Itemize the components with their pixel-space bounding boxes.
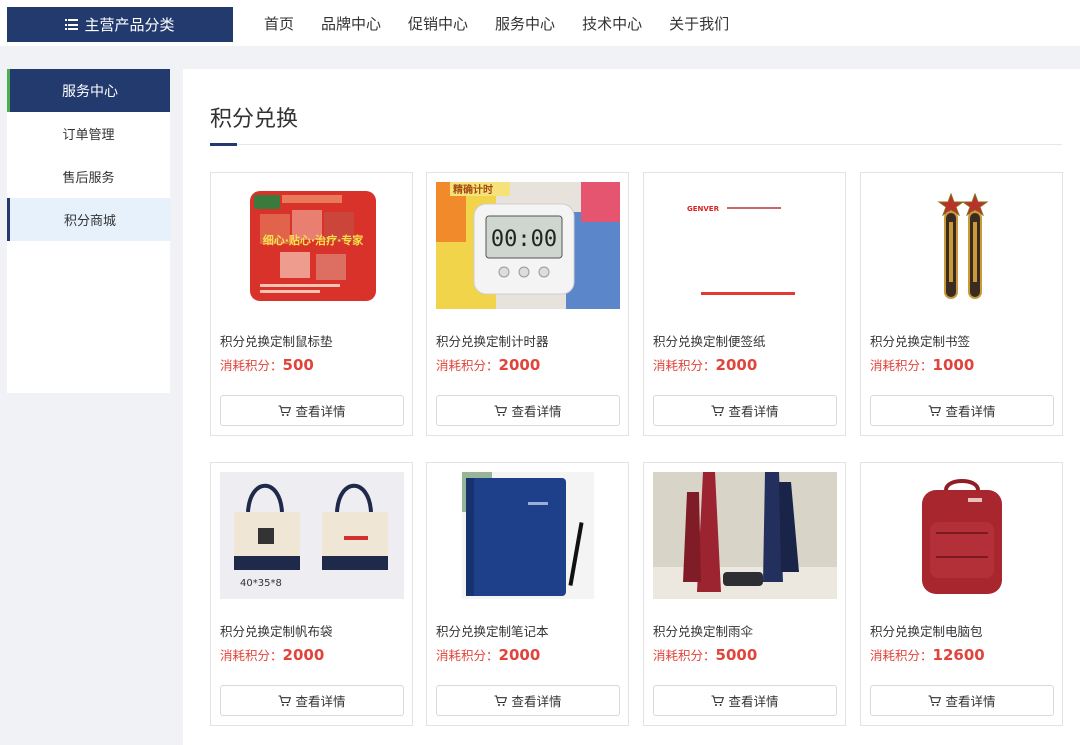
product-name: 积分兑换定制雨伞	[653, 624, 754, 639]
view-details-button[interactable]: 查看详情	[653, 395, 837, 426]
points-label: 消耗积分：	[436, 358, 499, 373]
product-name: 积分兑换定制电脑包	[870, 624, 983, 639]
nav-tech-center[interactable]: 技术中心	[582, 13, 642, 34]
view-details-label: 查看详情	[511, 694, 562, 709]
sidebar-item-orders[interactable]: 订单管理	[7, 112, 170, 155]
product-name: 积分兑换定制便签纸	[653, 334, 766, 349]
product-image-backpack[interactable]	[870, 472, 1054, 599]
mousepad-slogan: 细心·贴心·治疗·专家	[263, 233, 365, 247]
product-name: 积分兑换定制笔记本	[436, 624, 549, 639]
nav-brand-center[interactable]: 品牌中心	[321, 13, 381, 34]
product-image-mousepad[interactable]: 细心·贴心·治疗·专家	[220, 182, 404, 309]
cart-icon	[711, 694, 725, 706]
sidebar-item-after-sales[interactable]: 售后服务	[7, 155, 170, 198]
view-details-label: 查看详情	[728, 404, 779, 419]
main-content: 积分兑换 细心·贴心·治疗·专家 积分兑换定制鼠标垫 消耗积分：500 查看详情…	[183, 69, 1080, 745]
product-points: 消耗积分：1000	[870, 355, 974, 374]
nav-about-us[interactable]: 关于我们	[669, 13, 729, 34]
title-divider	[210, 144, 1062, 145]
product-points: 消耗积分：2000	[653, 355, 757, 374]
view-details-button[interactable]: 查看详情	[653, 685, 837, 716]
product-image-canvas-bag[interactable]: 40*35*8	[220, 472, 404, 599]
page-title: 积分兑换	[210, 107, 299, 132]
product-image-bookmark[interactable]	[870, 182, 1054, 309]
cart-icon	[494, 404, 508, 416]
product-card: 精确计时 00:00 积分兑换定制计时器 消耗积分：2000 查看详情	[426, 172, 629, 436]
sidebar-item-points-mall[interactable]: 积分商城	[7, 198, 170, 241]
view-details-button[interactable]: 查看详情	[870, 685, 1054, 716]
points-label: 消耗积分：	[220, 648, 283, 663]
view-details-label: 查看详情	[511, 404, 562, 419]
cart-icon	[928, 694, 942, 706]
points-label: 消耗积分：	[220, 358, 283, 373]
product-points: 消耗积分：2000	[220, 645, 324, 664]
product-points: 消耗积分：5000	[653, 645, 757, 664]
title-accent	[210, 143, 237, 146]
cart-icon	[278, 694, 292, 706]
product-image-umbrella[interactable]	[653, 472, 837, 599]
view-details-label: 查看详情	[945, 694, 996, 709]
sidebar: 服务中心 订单管理 售后服务 积分商城	[7, 69, 170, 393]
points-label: 消耗积分：	[870, 358, 933, 373]
product-points: 消耗积分：2000	[436, 645, 540, 664]
main-nav: 首页 品牌中心 促销中心 服务中心 技术中心 关于我们	[264, 0, 756, 46]
points-label: 消耗积分：	[653, 358, 716, 373]
product-image-notepad[interactable]: GENVER	[653, 182, 837, 309]
timer-box-text: 精确计时	[453, 183, 493, 196]
nav-home[interactable]: 首页	[264, 13, 294, 34]
view-details-label: 查看详情	[295, 694, 346, 709]
nav-promotion-center[interactable]: 促销中心	[408, 13, 468, 34]
product-points: 消耗积分：2000	[436, 355, 540, 374]
sidebar-title: 服务中心	[7, 69, 170, 112]
view-details-label: 查看详情	[295, 404, 346, 419]
main-category-label: 主营产品分类	[84, 16, 175, 34]
cart-icon	[711, 404, 725, 416]
product-card: 细心·贴心·治疗·专家 积分兑换定制鼠标垫 消耗积分：500 查看详情	[210, 172, 413, 436]
product-points: 消耗积分：500	[220, 355, 314, 374]
product-image-timer[interactable]: 精确计时 00:00	[436, 182, 620, 309]
points-value: 2000	[498, 646, 541, 664]
points-value: 2000	[282, 646, 325, 664]
view-details-button[interactable]: 查看详情	[436, 395, 620, 426]
product-name: 积分兑换定制书签	[870, 334, 971, 349]
view-details-button[interactable]: 查看详情	[436, 685, 620, 716]
product-name: 积分兑换定制计时器	[436, 334, 549, 349]
points-value: 2000	[715, 356, 758, 374]
main-category-button[interactable]: 主营产品分类	[7, 7, 233, 42]
points-value: 500	[282, 356, 314, 374]
product-name: 积分兑换定制帆布袋	[220, 624, 333, 639]
product-card: 积分兑换定制笔记本 消耗积分：2000 查看详情	[426, 462, 629, 726]
points-label: 消耗积分：	[653, 648, 716, 663]
view-details-label: 查看详情	[728, 694, 779, 709]
product-name: 积分兑换定制鼠标垫	[220, 334, 333, 349]
view-details-button[interactable]: 查看详情	[870, 395, 1054, 426]
notepad-brand: GENVER	[687, 205, 720, 213]
points-value: 2000	[498, 356, 541, 374]
view-details-label: 查看详情	[945, 404, 996, 419]
points-value: 1000	[932, 356, 975, 374]
points-value: 5000	[715, 646, 758, 664]
svg-text:00:00: 00:00	[491, 227, 557, 252]
product-card: 积分兑换定制雨伞 消耗积分：5000 查看详情	[643, 462, 846, 726]
product-image-notebook[interactable]	[436, 472, 620, 599]
points-label: 消耗积分：	[870, 648, 933, 663]
points-value: 12600	[932, 646, 985, 664]
view-details-button[interactable]: 查看详情	[220, 395, 404, 426]
top-navigation-bar: 主营产品分类 首页 品牌中心 促销中心 服务中心 技术中心 关于我们	[0, 0, 1080, 46]
product-card: 积分兑换定制电脑包 消耗积分：12600 查看详情	[860, 462, 1063, 726]
product-card: 40*35*8 积分兑换定制帆布袋 消耗积分：2000 查看详情	[210, 462, 413, 726]
view-details-button[interactable]: 查看详情	[220, 685, 404, 716]
points-label: 消耗积分：	[436, 648, 499, 663]
product-points: 消耗积分：12600	[870, 645, 985, 664]
cart-icon	[928, 404, 942, 416]
product-card: GENVER 积分兑换定制便签纸 消耗积分：2000 查看详情	[643, 172, 846, 436]
product-card: 积分兑换定制书签 消耗积分：1000 查看详情	[860, 172, 1063, 436]
bag-size-text: 40*35*8	[240, 578, 282, 589]
cart-icon	[278, 404, 292, 416]
nav-service-center[interactable]: 服务中心	[495, 13, 555, 34]
list-icon	[65, 19, 79, 30]
cart-icon	[494, 694, 508, 706]
